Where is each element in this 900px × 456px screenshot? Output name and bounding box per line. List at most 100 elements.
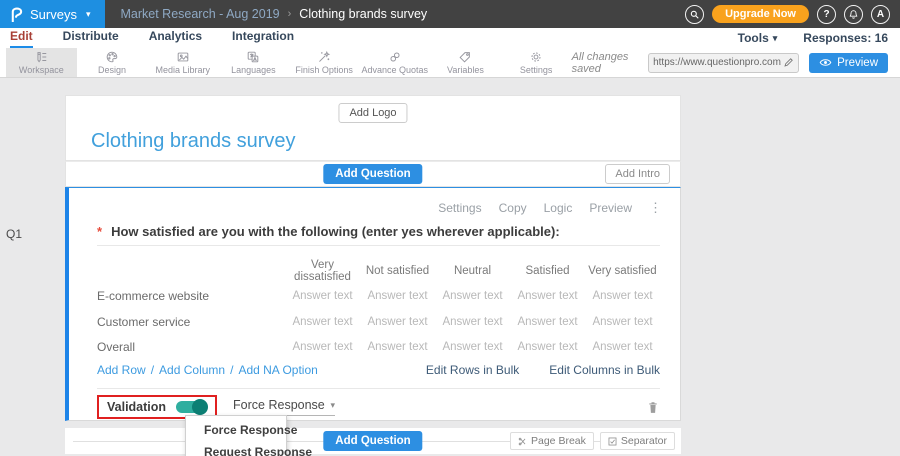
question-text-row: * How satisfied are you with the followi…: [97, 224, 560, 239]
tab-distribute[interactable]: Distribute: [63, 29, 119, 48]
validation-row: Validation Force Response ▾: [97, 394, 660, 420]
matrix-cell[interactable]: Answer text: [585, 341, 660, 353]
toolbar-item-finish-options[interactable]: Finish Options: [289, 48, 360, 77]
more-vert-icon[interactable]: ⋮: [649, 200, 662, 216]
matrix-cell[interactable]: Answer text: [510, 341, 585, 353]
avatar[interactable]: A: [871, 5, 890, 24]
chevron-down-icon: ▾: [773, 33, 778, 44]
matrix-cell[interactable]: Answer text: [435, 341, 510, 353]
matrix-cell[interactable]: Answer text: [510, 316, 585, 328]
page-options: Page Break Separator: [510, 432, 675, 450]
breadcrumb-separator: ›: [288, 8, 292, 20]
force-response-menu: Force Response Request Response: [185, 415, 287, 456]
breadcrumb-folder[interactable]: Market Research - Aug 2019: [121, 7, 280, 21]
survey-title[interactable]: Clothing brands survey: [91, 130, 296, 153]
matrix-cell[interactable]: Answer text: [585, 316, 660, 328]
add-intro-button[interactable]: Add Intro: [605, 164, 670, 184]
add-question-bar-bottom: Add Question Page Break Separator: [65, 428, 681, 454]
toolbar-item-variables[interactable]: Variables: [430, 48, 501, 77]
tab-analytics[interactable]: Analytics: [149, 29, 202, 48]
matrix-column-header[interactable]: Not satisfied: [360, 265, 435, 277]
question-text[interactable]: How satisfied are you with the following…: [111, 224, 560, 239]
validation-type-dropdown[interactable]: Force Response ▾: [233, 398, 335, 416]
bell-icon: [848, 9, 859, 20]
toolbar-item-design[interactable]: Design: [77, 48, 148, 77]
matrix-cell[interactable]: Answer text: [285, 316, 360, 328]
survey-canvas: Q1 Add Logo Clothing brands survey Add Q…: [0, 79, 900, 456]
variables-icon: [458, 50, 472, 64]
edit-rows-bulk-link[interactable]: Edit Rows in Bulk: [426, 363, 519, 377]
add-question-button-bottom[interactable]: Add Question: [323, 431, 422, 451]
menu-item-request-response[interactable]: Request Response: [186, 441, 286, 456]
edit-url-pencil-icon[interactable]: [783, 57, 794, 68]
workspace-icon: [34, 50, 48, 64]
link-separator: /: [151, 363, 154, 377]
matrix-column-header[interactable]: Very satisfied: [585, 265, 660, 277]
matrix-cell[interactable]: Answer text: [360, 341, 435, 353]
preview-label: Preview: [837, 57, 878, 69]
toolbar-item-label: Languages: [231, 65, 276, 75]
finish-options-icon: [317, 50, 331, 64]
matrix-row-label[interactable]: Customer service: [97, 315, 285, 329]
preview-button[interactable]: Preview: [809, 53, 888, 73]
question-preview-link[interactable]: Preview: [589, 201, 632, 215]
chevron-down-icon: ▾: [86, 9, 91, 20]
nav-tabs: Edit Distribute Analytics Integration: [10, 29, 294, 48]
toolbar-item-advance-quotas[interactable]: Advance Quotas: [359, 48, 430, 77]
matrix-column-header[interactable]: Neutral: [435, 265, 510, 277]
matrix-cell[interactable]: Answer text: [585, 290, 660, 302]
eye-icon: [819, 57, 832, 68]
questionpro-logo-icon: [10, 7, 23, 22]
tab-edit[interactable]: Edit: [10, 29, 33, 48]
matrix-cell[interactable]: Answer text: [285, 341, 360, 353]
matrix-column-header[interactable]: Very dissatisfied: [285, 259, 360, 283]
bulk-edit-links: Edit Rows in Bulk Edit Columns in Bulk: [426, 363, 660, 377]
matrix-row-label[interactable]: E-commerce website: [97, 289, 285, 303]
add-column-link[interactable]: Add Column: [159, 363, 225, 377]
matrix-cell[interactable]: Answer text: [510, 290, 585, 302]
nav-right: Tools ▾ Responses: 16: [738, 31, 888, 45]
survey-url-input[interactable]: [653, 57, 781, 68]
toolbar-item-media-library[interactable]: Media Library: [147, 48, 218, 77]
question-settings-link[interactable]: Settings: [438, 201, 481, 215]
question-copy-link[interactable]: Copy: [499, 201, 527, 215]
matrix-row-label[interactable]: Overall: [97, 340, 285, 354]
matrix-cell[interactable]: Answer text: [435, 290, 510, 302]
app-logo-menu[interactable]: Surveys ▾: [0, 0, 105, 28]
help-button[interactable]: ?: [817, 5, 836, 24]
add-row-link[interactable]: Add Row: [97, 363, 146, 377]
add-logo-button[interactable]: Add Logo: [338, 103, 407, 123]
page-break-chip[interactable]: Page Break: [510, 432, 594, 450]
matrix-cell[interactable]: Answer text: [360, 316, 435, 328]
matrix-column-header[interactable]: Satisfied: [510, 265, 585, 277]
add-question-button-top[interactable]: Add Question: [323, 164, 422, 184]
matrix-cell[interactable]: Answer text: [360, 290, 435, 302]
tools-label: Tools: [738, 31, 769, 45]
validation-toggle[interactable]: [176, 401, 206, 413]
validation-type-value: Force Response: [233, 398, 325, 412]
matrix-cell[interactable]: Answer text: [435, 316, 510, 328]
search-icon: [689, 9, 700, 20]
toolbar-item-label: Settings: [520, 65, 553, 75]
responses-count[interactable]: Responses: 16: [803, 31, 888, 45]
question-logic-link[interactable]: Logic: [544, 201, 573, 215]
link-separator: /: [230, 363, 233, 377]
toolbar-item-languages[interactable]: Languages: [218, 48, 289, 77]
tools-menu[interactable]: Tools ▾: [738, 31, 778, 45]
survey-url-box: [648, 53, 799, 73]
page-break-scissors-icon: [518, 437, 527, 446]
separator-chip[interactable]: Separator: [600, 432, 675, 450]
toolbar-item-label: Finish Options: [295, 65, 353, 75]
upgrade-button[interactable]: Upgrade Now: [712, 5, 809, 23]
menu-item-force-response[interactable]: Force Response: [186, 419, 286, 441]
question-actions: Settings Copy Logic Preview ⋮: [438, 200, 662, 216]
edit-columns-bulk-link[interactable]: Edit Columns in Bulk: [549, 363, 660, 377]
toolbar-item-workspace[interactable]: Workspace: [6, 48, 77, 77]
notifications-button[interactable]: [844, 5, 863, 24]
tab-integration[interactable]: Integration: [232, 29, 294, 48]
toolbar-item-settings[interactable]: Settings: [501, 48, 572, 77]
delete-question-trash-icon[interactable]: [646, 400, 660, 415]
search-button[interactable]: [685, 5, 704, 24]
add-na-option-link[interactable]: Add NA Option: [238, 363, 317, 377]
matrix-cell[interactable]: Answer text: [285, 290, 360, 302]
